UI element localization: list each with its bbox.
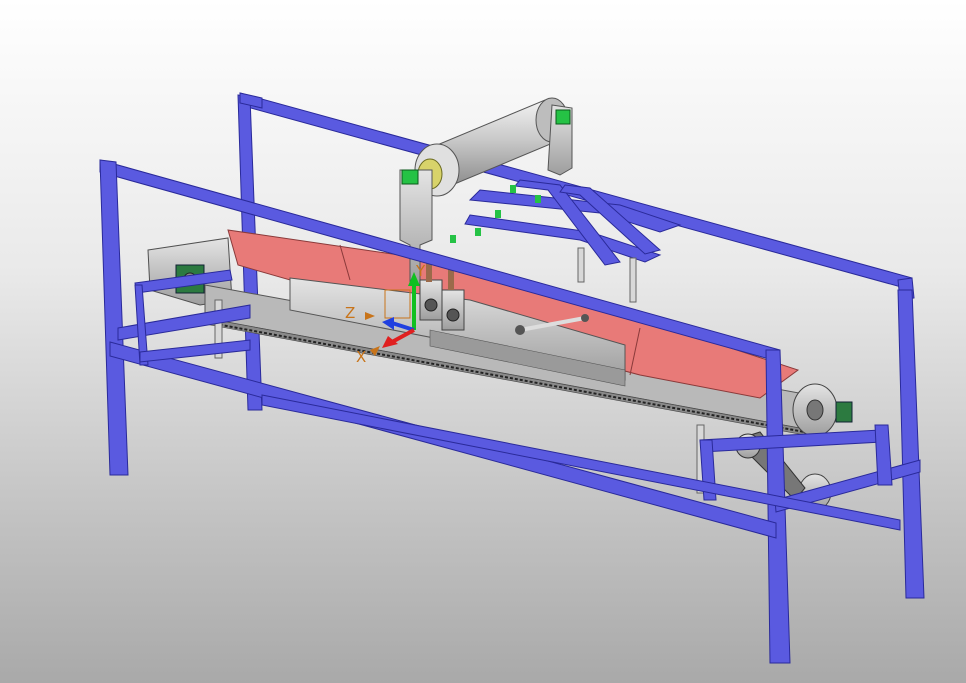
y-axis-label: Y	[415, 262, 426, 280]
z-axis-label: Z	[345, 304, 355, 322]
cad-viewport[interactable]: Z X Y	[0, 0, 966, 683]
x-axis-label: X	[356, 348, 366, 366]
assembly-3d-view[interactable]: Z X Y	[0, 0, 966, 683]
clamp-left[interactable]	[401, 169, 419, 185]
spring-2	[448, 268, 454, 290]
clamp-right[interactable]	[555, 109, 571, 125]
